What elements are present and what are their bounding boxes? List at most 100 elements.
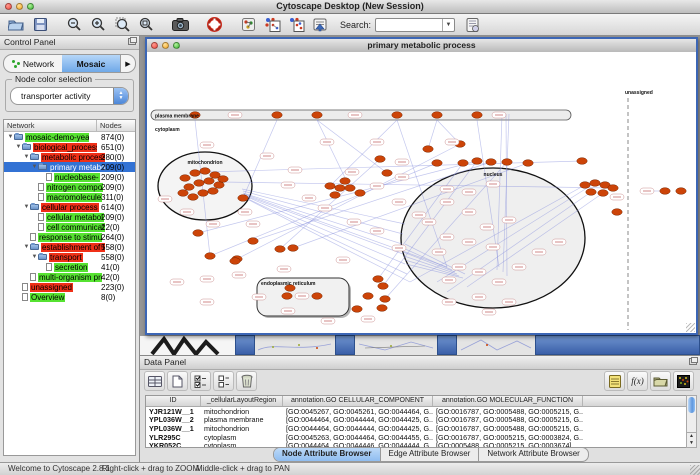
network-node[interactable] [598,190,608,197]
network-node[interactable] [577,158,587,165]
network-node[interactable] [340,178,350,185]
search-dropdown-arrow[interactable]: ▼ [442,19,454,31]
network-node[interactable] [312,112,322,119]
network-node[interactable] [612,209,622,216]
network-node[interactable] [248,238,258,245]
tree-row[interactable]: ▼transport558(0) [4,252,135,262]
network-node[interactable] [676,188,686,195]
network-node[interactable] [190,170,200,177]
network-node[interactable] [218,176,228,183]
node-color-dropdown[interactable]: transporter activity ▲▼ [10,87,129,105]
tab-overflow-arrow[interactable]: ▶ [120,55,135,72]
network-node[interactable] [312,293,322,300]
network-node[interactable] [355,190,365,197]
zoom-in-button[interactable] [86,16,110,34]
network-node[interactable] [432,112,442,119]
tab-node-attribute-browser[interactable]: Node Attribute Browser [274,448,381,461]
window-resize-grip[interactable] [686,323,695,332]
network-node[interactable] [590,180,600,187]
attribute-grid-button[interactable] [144,371,165,391]
tree-row[interactable]: response to stimulu264(0) [4,232,135,242]
table-row[interactable]: YJR121W__1mitochondrion[GO:0045267, GO:0… [146,407,686,416]
expand-arrow-icon[interactable]: ▼ [15,144,22,150]
copy-network-view-button[interactable] [260,16,284,34]
network-node[interactable] [205,253,215,260]
network-node[interactable] [472,112,482,119]
tab-mosaic[interactable]: Mosaic [62,55,120,72]
delete-attribute-button[interactable] [236,371,257,391]
table-row[interactable]: YPL036W__2plasma membrane[GO:0044464, GO… [146,416,686,425]
network-node[interactable] [377,305,387,312]
network-node[interactable] [200,168,210,175]
expand-arrow-icon[interactable]: ▼ [23,154,30,160]
background-window-titlebar[interactable] [437,335,457,355]
select-attributes-button[interactable] [190,371,211,391]
network-node[interactable] [198,190,208,197]
zoom-selected-button[interactable] [110,16,134,34]
unselect-attributes-button[interactable] [213,371,234,391]
table-column-header[interactable]: _cellularLayoutRegion [201,396,283,406]
network-node[interactable] [380,296,390,303]
background-window-titlebar[interactable] [335,335,355,355]
help-button[interactable] [202,16,226,34]
tree-row[interactable]: multi-organism pro42(0) [4,272,135,282]
tree-row[interactable]: cell communicat22(0) [4,222,135,232]
open-button[interactable] [4,16,28,34]
network-node[interactable] [193,230,203,237]
network-node[interactable] [432,160,442,167]
network-node[interactable] [378,283,388,290]
scrollbar-arrows[interactable]: ▲▼ [687,432,696,447]
tree-row[interactable]: macromolecule311(0) [4,192,135,202]
network-node[interactable] [275,246,285,253]
copy-network-button[interactable] [284,16,308,34]
network-node[interactable] [608,185,618,192]
network-node[interactable] [214,182,224,189]
tree-col-network[interactable]: Network [4,120,97,131]
notepad-button[interactable] [604,371,625,391]
network-node[interactable] [282,293,292,300]
float-panel-icon[interactable] [689,358,697,365]
tree-row[interactable]: ▼primary metabo209(0) [4,162,135,172]
network-node[interactable] [363,293,373,300]
network-window-titlebar[interactable]: primary metabolic process [147,39,696,53]
expand-arrow-icon[interactable]: ▼ [7,134,14,140]
table-row[interactable]: YLR295Ccytoplasm[GO:0045263, GO:0044464,… [146,433,686,442]
snapshot-button[interactable] [168,16,192,34]
network-node[interactable] [586,189,596,196]
tree-row[interactable]: ▼mosaic-demo-yeast874(0) [4,132,135,142]
network-node[interactable] [188,194,198,201]
import-attributes-button[interactable] [650,371,671,391]
table-column-header[interactable]: annotation.GO CELLULAR_COMPONENT [283,396,433,406]
network-node[interactable] [458,160,468,167]
expand-arrow-icon[interactable]: ▼ [23,204,30,210]
network-node[interactable] [580,182,590,189]
search-input[interactable]: ▼ [375,18,455,32]
tree-row[interactable]: ▼establishment of lo558(0) [4,242,135,252]
tree-row[interactable]: cellular metabol209(0) [4,212,135,222]
network-node[interactable] [208,188,218,195]
network-node[interactable] [423,146,433,153]
network-node[interactable] [194,180,204,187]
expand-arrow-icon[interactable]: ▼ [31,164,38,170]
tree-row[interactable]: ▼biological_process651(0) [4,142,135,152]
tree-row[interactable]: secretion41(0) [4,262,135,272]
network-node[interactable] [178,190,188,197]
network-node[interactable] [382,170,392,177]
tree-row[interactable]: Overview8(0) [4,292,135,302]
network-node[interactable] [180,175,190,182]
network-node[interactable] [486,159,496,166]
background-window-titlebar[interactable] [535,335,700,355]
tree-row[interactable]: nitrogen compo209(0) [4,182,135,192]
network-node[interactable] [392,112,402,119]
tree-row[interactable]: ▼metabolic process280(0) [4,152,135,162]
import-table-button[interactable] [461,16,485,34]
background-window-titlebar[interactable] [235,335,255,355]
attribute-matrix-button[interactable] [673,371,694,391]
scrollbar-thumb[interactable] [688,397,695,413]
tree-row[interactable]: nucleobase-209(0) [4,172,135,182]
tab-network[interactable]: Network [4,55,62,72]
network-node[interactable] [230,258,240,265]
network-node[interactable] [502,159,512,166]
network-node[interactable] [184,184,194,191]
network-node[interactable] [288,245,298,252]
